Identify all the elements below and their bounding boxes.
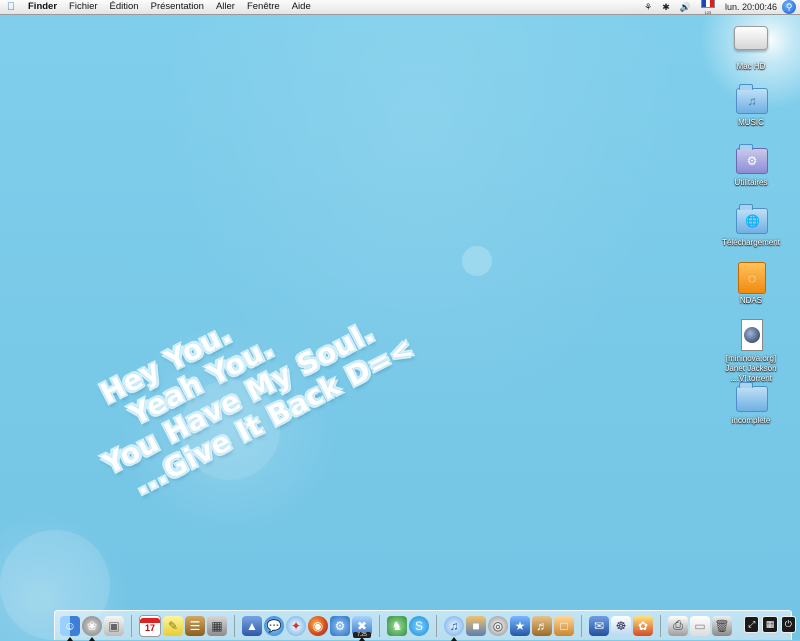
ndas-drive-icon: ◌: [734, 260, 768, 294]
preview-icon[interactable]: ▣: [104, 615, 124, 636]
iweb-icon[interactable]: □: [554, 615, 574, 636]
music-folder-icon: ♫: [734, 82, 768, 116]
download-folder-icon: 🌐: [734, 202, 768, 236]
menu-presentation[interactable]: Présentation: [145, 0, 210, 14]
ichat-icon[interactable]: 💬: [264, 615, 284, 636]
dock-separator: [436, 614, 437, 637]
trash-icon[interactable]: 🗑: [712, 615, 732, 636]
ical-icon[interactable]: 17: [139, 614, 161, 637]
french-flag-icon: [700, 0, 715, 8]
menu-aide[interactable]: Aide: [286, 0, 317, 14]
desktop-icon-label: Mac HD: [736, 62, 766, 71]
calculator-icon[interactable]: ▦: [207, 615, 227, 636]
corner-controls: ⤢ ▦ ⏻: [744, 616, 796, 638]
desktop-icon-torrent[interactable]: [mininova.org] Janet Jackson ....V].torr…: [707, 318, 795, 384]
finder-icon[interactable]: ☺: [60, 615, 80, 641]
dock-separator: [379, 614, 380, 637]
apple-menu-icon[interactable]: : [0, 0, 22, 14]
desktop-icon-label: MUSIC: [738, 118, 764, 127]
desktop: [0, 0, 800, 640]
desktop-icon-label: Utilitaires: [734, 178, 768, 187]
desktop-icon-label: NDAS: [739, 296, 763, 305]
screen-icon[interactable]: ▭: [690, 615, 710, 636]
folder-icon: [734, 380, 768, 414]
menu-bar:  Finder Fichier Édition Présentation Al…: [0, 0, 800, 15]
expand-icon[interactable]: ⤢: [744, 616, 760, 633]
menu-aller[interactable]: Aller: [210, 0, 241, 14]
utilities-folder-icon: ⚙: [734, 142, 768, 176]
iphoto-icon[interactable]: ■: [466, 615, 486, 636]
garageband-icon[interactable]: ♬: [532, 615, 552, 636]
cog-icon[interactable]: ⚙: [330, 615, 350, 636]
desktop-icon-incomplete[interactable]: incomplete: [711, 380, 791, 426]
dvd-icon[interactable]: ◎: [488, 615, 508, 636]
printer-icon[interactable]: ⎙: [668, 615, 688, 636]
ical-day: 17: [144, 623, 155, 633]
power-icon[interactable]: ⏻: [780, 616, 796, 633]
bokeh-light: [462, 246, 492, 276]
messenger-icon[interactable]: ♞: [387, 615, 407, 636]
mail-icon[interactable]: ✉: [589, 615, 609, 636]
popcorn-icon[interactable]: ✿: [633, 615, 653, 636]
desktop-icon-ndas[interactable]: ◌ NDAS: [711, 260, 791, 306]
desktop-icon-music[interactable]: ♫ MUSIC: [711, 82, 791, 128]
script-menu-icon[interactable]: ⚘: [639, 0, 657, 14]
dock: ☺ ❀ ▣ 17 ✎ ☰ ▦ ▲ 💬 ✦ ◉ ⚙ ✖ 7.25 ♞ S ♫ ■ …: [54, 610, 792, 641]
input-menu[interactable]: 123: [696, 0, 720, 16]
dock-separator: [234, 614, 235, 637]
dock-badge: 7.25: [353, 631, 371, 638]
menu-fichier[interactable]: Fichier: [63, 0, 104, 14]
safari-icon[interactable]: ✦: [286, 615, 306, 636]
hard-drive-icon: [734, 26, 768, 60]
imovie-icon[interactable]: ★: [510, 615, 530, 636]
camino-icon[interactable]: ☸: [611, 615, 631, 636]
menu-finder[interactable]: Finder: [22, 0, 63, 14]
desktop-icon-label: Téléchargement: [722, 238, 780, 247]
itunes-icon[interactable]: ♫: [444, 615, 464, 641]
volume-icon[interactable]: 🔊: [675, 0, 696, 14]
stickies-icon[interactable]: ✎: [163, 615, 183, 636]
network-icon[interactable]: ❀: [82, 615, 102, 641]
firefox-icon[interactable]: ◉: [308, 615, 328, 636]
torrent-file-icon: [734, 318, 768, 352]
xcode-icon[interactable]: ✖ 7.25: [352, 615, 372, 641]
menu-clock[interactable]: lun. 20:00:46: [720, 0, 782, 14]
menu-fenetre[interactable]: Fenêtre: [241, 0, 286, 14]
dock-separator: [660, 614, 661, 637]
photo-icon[interactable]: ▲: [242, 615, 262, 636]
desktop-icon-label: incomplete: [731, 416, 771, 425]
dock-separator: [131, 614, 132, 637]
dock-separator: [581, 614, 582, 637]
notes-icon[interactable]: ☰: [185, 615, 205, 636]
input-menu-label: 123: [704, 10, 712, 15]
spotlight-icon[interactable]: ⚲: [782, 0, 796, 14]
bluetooth-icon[interactable]: ✱: [657, 0, 675, 14]
desktop-icon-telechargement[interactable]: 🌐 Téléchargement: [711, 202, 791, 248]
desktop-icon-utilitaires[interactable]: ⚙ Utilitaires: [711, 142, 791, 188]
menu-edition[interactable]: Édition: [104, 0, 145, 14]
spaces-icon[interactable]: ▦: [762, 616, 778, 633]
skype-icon[interactable]: S: [409, 615, 429, 636]
desktop-icon-mac-hd[interactable]: Mac HD: [711, 20, 791, 72]
